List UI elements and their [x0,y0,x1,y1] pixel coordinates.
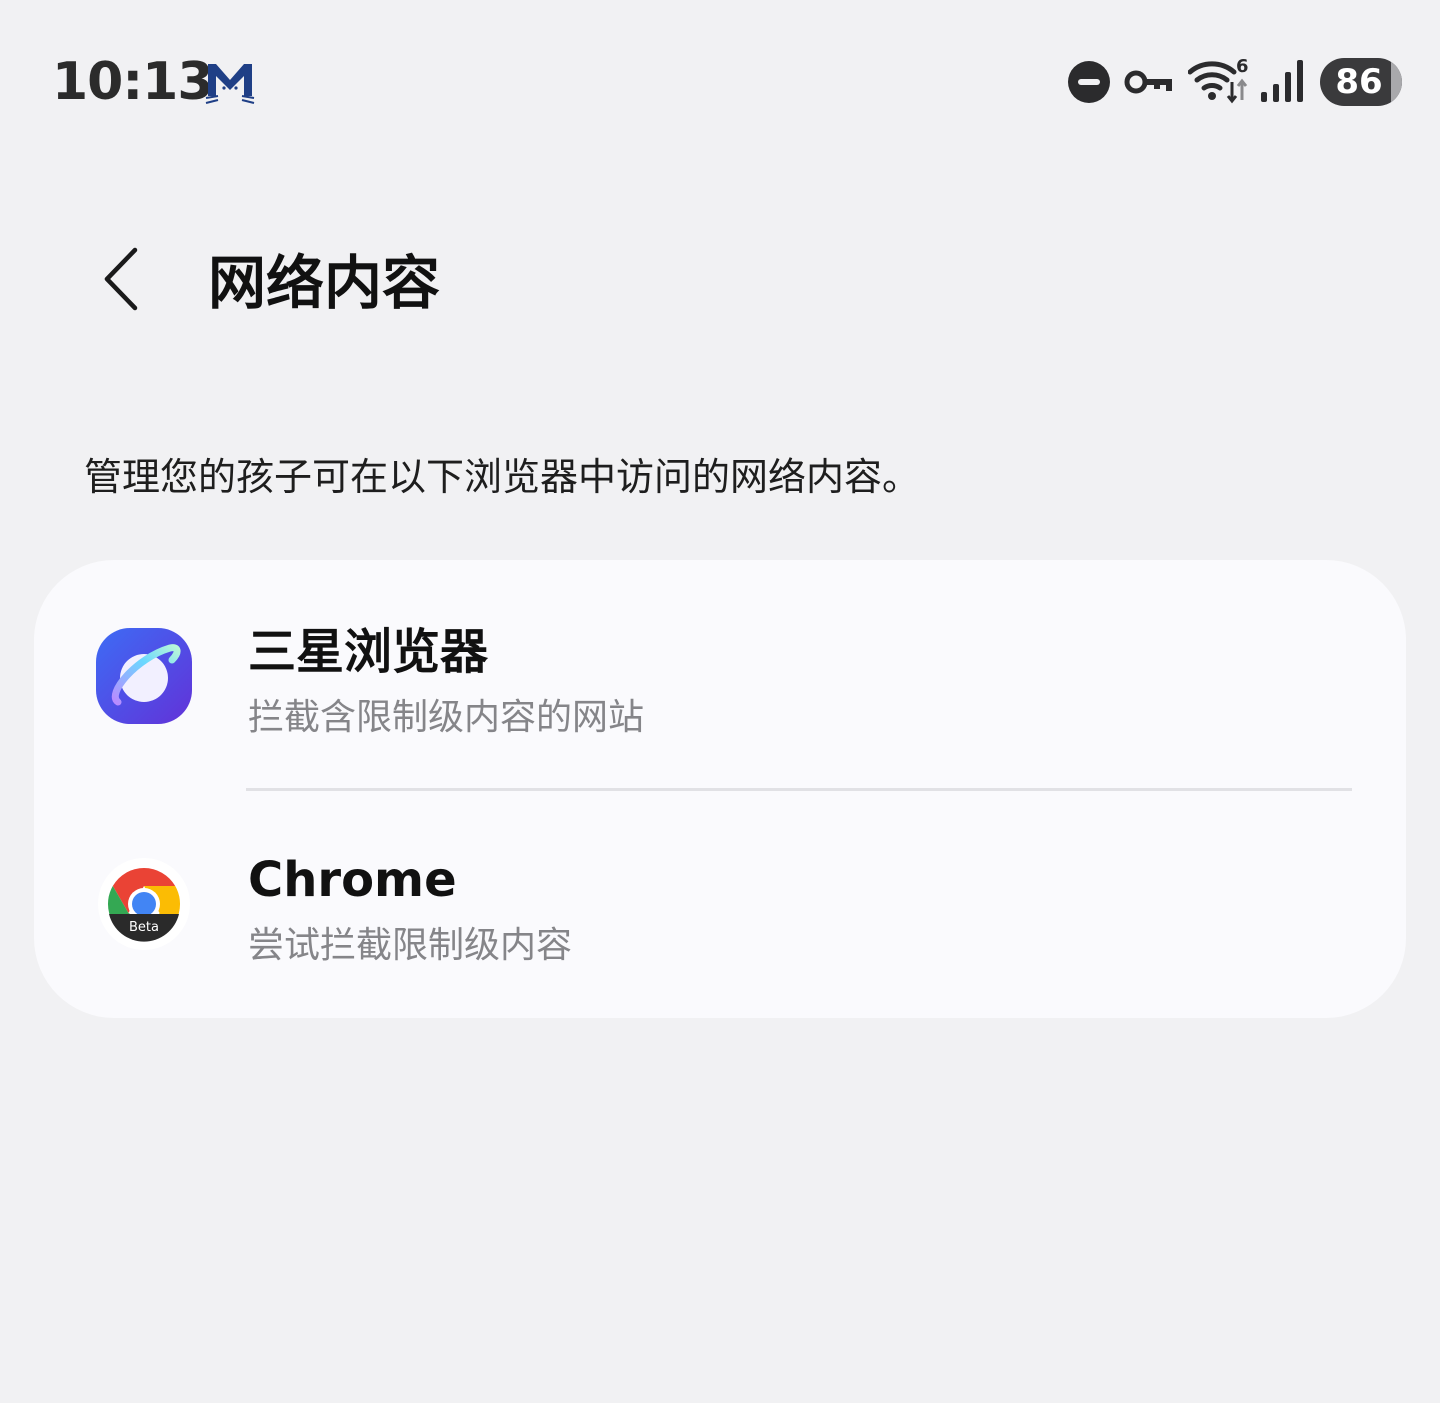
battery-icon: 86 [1320,58,1402,106]
status-bar: 10:13 6 86 [0,0,1440,165]
chevron-left-icon [104,247,138,311]
chrome-beta-icon: Beta [98,858,190,950]
vpn-key-icon [1124,70,1172,94]
status-time: 10:13 [52,52,214,112]
beta-badge: Beta [129,920,159,935]
signal-icon [1261,60,1303,102]
back-button[interactable] [88,236,154,322]
do-not-disturb-icon [1068,61,1110,103]
browser-list-card: 三星浏览器 拦截含限制级内容的网站 Beta Chrome 尝试拦截限制级内容 [34,560,1406,1018]
wifi-badge: 6 [1236,56,1249,77]
battery-level: 86 [1335,62,1383,102]
browser-row-samsung[interactable]: 三星浏览器 拦截含限制级内容的网站 [34,560,1406,788]
browser-status: 尝试拦截限制级内容 [248,925,573,966]
mail-cat-icon [205,64,255,104]
description-text: 管理您的孩子可在以下浏览器中访问的网络内容。 [84,455,921,499]
wifi-icon: 6 [1188,56,1249,104]
page-title: 网络内容 [208,249,441,317]
browser-row-chrome[interactable]: Beta Chrome 尝试拦截限制级内容 [34,788,1406,1016]
browser-status: 拦截含限制级内容的网站 [248,697,645,738]
browser-name: Chrome [248,852,457,908]
browser-name: 三星浏览器 [248,624,489,680]
samsung-internet-icon [96,628,192,724]
